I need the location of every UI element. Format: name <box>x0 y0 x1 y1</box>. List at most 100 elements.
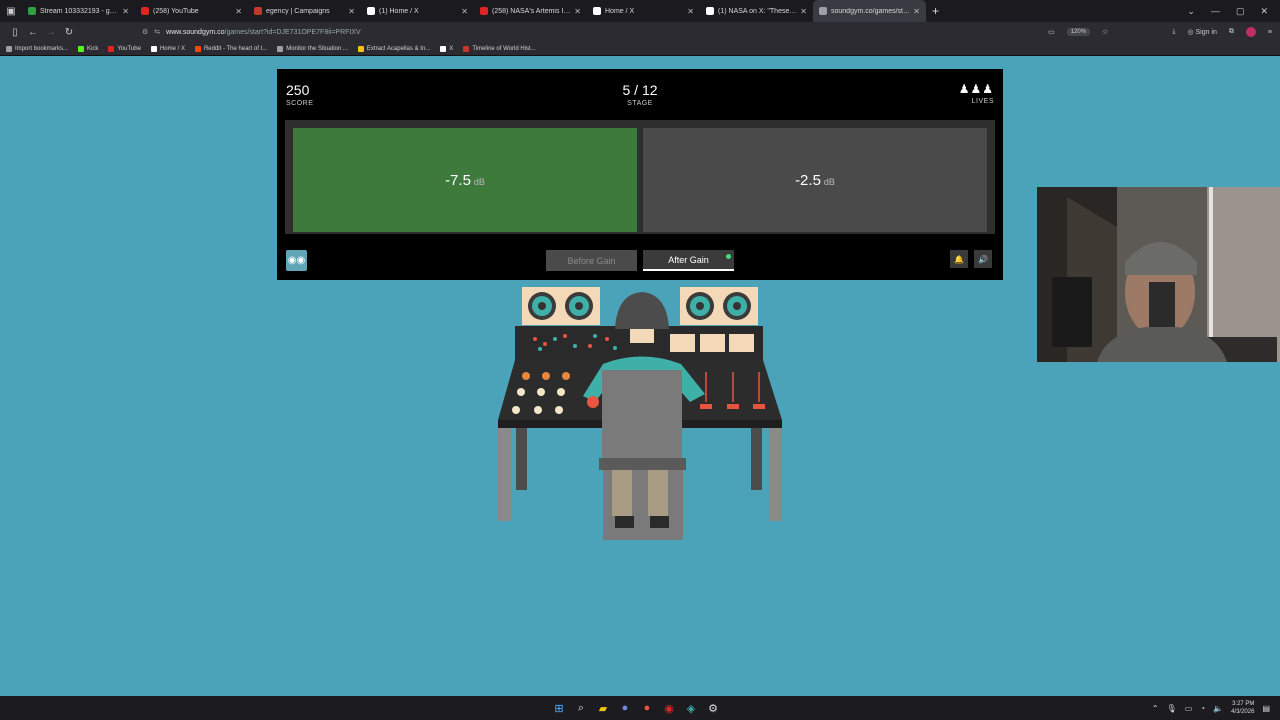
search-icon[interactable]: ⌕ <box>575 702 587 715</box>
forward-button[interactable]: → <box>42 27 60 38</box>
before-gain-button[interactable]: Before Gain <box>546 250 637 271</box>
back-button[interactable]: ← <box>24 27 42 38</box>
bookmark-acapellas[interactable]: Extract Acapellas & In... <box>357 45 430 52</box>
bookmark-kick[interactable]: Kick <box>78 45 99 52</box>
stage-value: 5 / 12 <box>622 82 658 98</box>
maximize-button[interactable]: ▢ <box>1236 6 1245 17</box>
volume-icon[interactable]: 🔈 <box>1213 704 1223 713</box>
tab-stream[interactable]: Stream 103332193 - garydavid✕ <box>22 0 135 22</box>
tab-campaigns[interactable]: egency | Campaigns ✕ <box>248 0 361 22</box>
soundgym-logo-icon[interactable]: ◉◉ <box>286 250 307 271</box>
reload-button[interactable]: ↻ <box>60 27 78 38</box>
clock[interactable]: 3:27 PM 4/3/2026 <box>1231 700 1254 716</box>
close-icon[interactable]: ✕ <box>235 7 242 16</box>
tab-x-home-1[interactable]: (1) Home / X ✕ <box>361 0 474 22</box>
address-bar: ▯ ← → ↻ ⚙ ⇆ www.soundgym.co/games/start?… <box>0 22 1280 42</box>
site-info-icon[interactable]: ⚙ <box>142 28 148 36</box>
answer-a-value: -7.5 <box>445 171 471 189</box>
bookmark-x-home[interactable]: Home / X <box>150 45 185 52</box>
answer-b-unit: dB <box>823 176 835 187</box>
streamer-webcam-image <box>1037 187 1280 362</box>
network-icon[interactable]: ▭ <box>1185 704 1193 713</box>
bookmark-youtube[interactable]: YouTube <box>108 45 141 52</box>
after-gain-button[interactable]: After Gain <box>643 250 734 271</box>
x-logo-icon <box>367 7 375 15</box>
answer-option-b[interactable]: -2.5 dB <box>643 128 987 232</box>
x-logo-icon <box>440 45 447 52</box>
chrome-icon[interactable]: ◉ <box>663 702 675 715</box>
favorite-star-icon[interactable]: ☆ <box>1102 28 1108 36</box>
tab-nasa-x[interactable]: (1) NASA on X: "These two ima✕ <box>700 0 813 22</box>
tab-favicon <box>141 7 149 15</box>
minimize-button[interactable]: — <box>1211 6 1220 16</box>
microphone-icon[interactable]: 🎙 <box>1167 704 1177 713</box>
tab-actions-icon[interactable]: ▣ <box>0 0 22 22</box>
answer-option-a[interactable]: -7.5 dB <box>293 128 637 232</box>
reader-icon[interactable]: ▭ <box>1048 28 1055 36</box>
answer-b-value: -2.5 <box>795 171 821 189</box>
close-icon[interactable]: ✕ <box>800 7 807 16</box>
close-window-button[interactable]: ✕ <box>1260 6 1268 17</box>
close-icon[interactable]: ✕ <box>574 7 581 16</box>
import-icon <box>6 45 12 52</box>
settings-icon[interactable]: ⚙ <box>707 702 719 715</box>
speaker-icon[interactable]: 🔊 <box>974 250 992 268</box>
extensions-icon[interactable]: ⧉ <box>1229 28 1234 36</box>
close-icon[interactable]: ✕ <box>461 7 468 16</box>
bookmark-label: Import bookmarks... <box>15 45 69 52</box>
sidebar-icon[interactable]: ▯ <box>6 27 24 38</box>
browser-icon[interactable]: ● <box>641 702 653 714</box>
zoom-level[interactable]: 120% <box>1066 28 1091 36</box>
answer-a-unit: dB <box>473 176 485 187</box>
tab-favicon <box>28 7 36 15</box>
tab-label: (258) YouTube <box>153 7 199 15</box>
bookmark-monitor[interactable]: Monitor the Situation ... <box>277 45 348 52</box>
url-host: www.soundgym.co <box>166 28 225 36</box>
wifi-icon[interactable]: ◔ <box>1200 704 1205 713</box>
site-settings-icon[interactable]: ⇆ <box>154 28 160 36</box>
clock-date: 4/3/2026 <box>1231 709 1255 715</box>
bell-icon[interactable]: 🔔 <box>950 250 968 268</box>
app-icon[interactable]: ◈ <box>685 702 697 715</box>
bookmark-reddit[interactable]: Reddit - The heart of t... <box>194 45 267 52</box>
person-icon: ♟ <box>982 82 994 96</box>
tab-x-home-2[interactable]: Home / X ✕ <box>587 0 700 22</box>
reddit-icon <box>194 45 201 52</box>
tab-youtube[interactable]: (258) YouTube ✕ <box>135 0 248 22</box>
tab-label: Stream 103332193 - garydavid <box>40 7 120 15</box>
tab-label: Home / X <box>605 7 635 15</box>
studio-engineer-illustration <box>498 287 782 540</box>
bookmark-label: YouTube <box>117 45 141 52</box>
windows-start-icon[interactable]: ⊞ <box>553 702 565 715</box>
folder-icon[interactable]: ▰ <box>597 702 609 715</box>
bookmark-x[interactable]: X <box>440 45 453 52</box>
close-icon[interactable]: ✕ <box>122 7 129 16</box>
discord-icon[interactable]: ● <box>619 702 631 714</box>
folder-icon <box>357 45 364 52</box>
close-icon[interactable]: ✕ <box>913 7 920 16</box>
url-field[interactable]: ⚙ ⇆ www.soundgym.co/games/start?id=DJE73… <box>142 28 361 37</box>
notifications-icon[interactable]: ▤ <box>1262 704 1270 713</box>
menu-icon[interactable]: ≡ <box>1268 29 1272 36</box>
profile-avatar[interactable] <box>1245 27 1256 37</box>
lives-icons: ♟♟♟ <box>959 82 994 96</box>
download-icon[interactable]: ⤓ <box>1172 28 1175 36</box>
lives-display: ♟♟♟ LIVES <box>959 82 994 105</box>
close-icon[interactable]: ✕ <box>687 7 694 16</box>
signin-button[interactable]: ◎ Sign in <box>1187 28 1216 36</box>
bookmark-label: Kick <box>87 45 99 52</box>
tab-list-icon[interactable]: ⌄ <box>1187 6 1195 17</box>
bookmark-timeline[interactable]: Timeline of World Hist... <box>463 45 536 52</box>
answer-area: -7.5 dB -2.5 dB <box>285 120 995 234</box>
close-icon[interactable]: ✕ <box>348 7 355 16</box>
new-tab-button[interactable]: + <box>932 4 939 18</box>
webcam-overlay <box>1037 187 1280 362</box>
x-logo-icon <box>150 45 157 52</box>
game-panel: 250 SCORE 5 / 12 STAGE ♟♟♟ LIVES -7.5 dB … <box>277 69 1003 280</box>
tray-overflow-icon[interactable]: ⌃ <box>1152 704 1159 713</box>
globe-icon <box>277 45 284 52</box>
bookmark-import[interactable]: Import bookmarks... <box>6 45 69 52</box>
tab-artemis[interactable]: (258) NASA's Artemis II Live Mi✕ <box>474 0 587 22</box>
active-indicator-dot <box>726 254 731 259</box>
tab-soundgym[interactable]: soundgym.co/games/start ✕ <box>813 0 926 22</box>
